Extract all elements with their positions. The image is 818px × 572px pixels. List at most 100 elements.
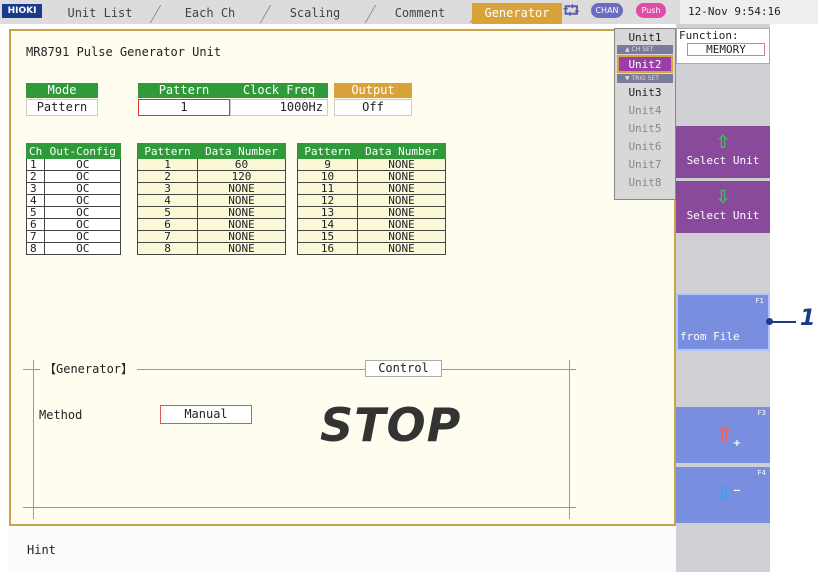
increment-button[interactable]: F3 ⇧+ xyxy=(676,407,770,463)
ch-number-cell: 8 xyxy=(25,242,46,255)
data-number-cell[interactable]: 60 xyxy=(197,158,286,171)
data-number-cell[interactable]: 120 xyxy=(197,170,286,183)
table-row[interactable]: 6 OC xyxy=(25,218,122,231)
ch-header: Ch xyxy=(25,143,46,159)
from-file-button[interactable]: F1 from File xyxy=(676,293,770,351)
data-number-cell[interactable]: NONE xyxy=(357,242,446,255)
pattern-number-cell: 10 xyxy=(297,170,358,183)
out-config-cell[interactable]: OC xyxy=(44,182,122,195)
callout-number: 1 xyxy=(800,306,816,331)
table-row[interactable]: 5 OC xyxy=(25,206,122,219)
select-unit-up-label: Select Unit xyxy=(686,154,760,167)
pattern-number-cell: 4 xyxy=(137,194,198,207)
out-config-cell[interactable]: OC xyxy=(44,206,122,219)
table-row[interactable]: 8 OC xyxy=(25,242,122,255)
table-row[interactable]: 5 NONE xyxy=(137,206,286,219)
table-row[interactable]: 4 OC xyxy=(25,194,122,207)
control-button[interactable]: Control xyxy=(365,360,442,377)
table-row[interactable]: 4 NONE xyxy=(137,194,286,207)
trig-set-text: TRIG SET xyxy=(631,75,659,82)
table-row[interactable]: 10 NONE xyxy=(297,170,446,183)
table-row[interactable]: 7 OC xyxy=(25,230,122,243)
unit-item[interactable]: Unit5 xyxy=(617,121,673,136)
unit-item[interactable]: Unit7 xyxy=(617,157,673,172)
out-config-cell[interactable]: OC xyxy=(44,194,122,207)
datetime-display: 12-Nov 9:54:16 xyxy=(680,0,818,24)
unit-item[interactable]: Unit8 xyxy=(617,175,673,190)
data-number-cell[interactable]: NONE xyxy=(357,194,446,207)
table-row[interactable]: 14 NONE xyxy=(297,218,446,231)
select-unit-down-button[interactable]: ⇩ Select Unit xyxy=(676,181,770,233)
table-row[interactable]: 13 NONE xyxy=(297,206,446,219)
unit-item-selected[interactable]: Unit2 xyxy=(617,55,673,73)
out-config-cell[interactable]: OC xyxy=(44,170,122,183)
channel-config-table: Ch Out-Config 1 OC 2 OC 3 OC 4 OC 5 OC 6 OC 7 OC 8 OC xyxy=(25,143,122,255)
table-row[interactable]: 15 NONE xyxy=(297,230,446,243)
table-row[interactable]: 3 NONE xyxy=(137,182,286,195)
table-row[interactable]: 11 NONE xyxy=(297,182,446,195)
data-number-cell[interactable]: NONE xyxy=(357,182,446,195)
method-field[interactable]: Manual xyxy=(160,405,252,424)
table-row[interactable]: 7 NONE xyxy=(137,230,286,243)
data-number-cell[interactable]: NONE xyxy=(357,158,446,171)
from-file-label: from File xyxy=(680,330,740,343)
data-number-cell[interactable]: NONE xyxy=(357,170,446,183)
out-config-cell[interactable]: OC xyxy=(44,242,122,255)
tab-label: Comment xyxy=(394,6,446,20)
data-number-cell[interactable]: NONE xyxy=(357,230,446,243)
output-header: Output xyxy=(334,83,412,98)
table-row[interactable]: 2 OC xyxy=(25,170,122,183)
unit-list: Unit1 ▲ CH SET Unit2 ▼ TRIG SET Unit3 Un… xyxy=(614,28,676,200)
data-number-cell[interactable]: NONE xyxy=(197,218,286,231)
tab-scaling[interactable]: Scaling xyxy=(265,3,377,24)
f3-key-label: F3 xyxy=(757,409,766,417)
tab-each-ch[interactable]: Each Ch xyxy=(160,3,272,24)
data-number-cell[interactable]: NONE xyxy=(357,206,446,219)
data-number-cell[interactable]: NONE xyxy=(197,206,286,219)
data-number-cell[interactable]: NONE xyxy=(197,230,286,243)
chan-button[interactable]: CHAN xyxy=(591,3,623,18)
output-field[interactable]: Off xyxy=(334,99,412,116)
mode-field[interactable]: Pattern xyxy=(26,99,98,116)
table-row[interactable]: 1 OC xyxy=(25,158,122,171)
tab-generator[interactable]: Generator xyxy=(472,3,562,24)
table-row[interactable]: 16 NONE xyxy=(297,242,446,255)
data-number-cell[interactable]: NONE xyxy=(357,218,446,231)
unit-item[interactable]: Unit3 xyxy=(617,85,673,100)
data-number-cell[interactable]: NONE xyxy=(197,242,286,255)
unit-item[interactable]: Unit4 xyxy=(617,103,673,118)
tab-comment[interactable]: Comment xyxy=(370,3,482,24)
table-row[interactable]: 3 OC xyxy=(25,182,122,195)
arrow-up-plus-icon: ⇧+ xyxy=(716,422,742,449)
data-number-cell[interactable]: NONE xyxy=(197,182,286,195)
table-row[interactable]: 1 60 xyxy=(137,158,286,171)
select-unit-up-button[interactable]: ⇧ Select Unit xyxy=(676,126,770,178)
tab-label: Each Ch xyxy=(184,6,236,20)
pattern-number-cell: 8 xyxy=(137,242,198,255)
mode-header: Mode xyxy=(26,83,98,98)
out-config-cell[interactable]: OC xyxy=(44,218,122,231)
push-button[interactable]: Push xyxy=(636,3,666,18)
out-config-cell[interactable]: OC xyxy=(44,158,122,171)
out-config-cell[interactable]: OC xyxy=(44,230,122,243)
select-unit-down-label: Select Unit xyxy=(686,209,760,222)
unit-item[interactable]: Unit6 xyxy=(617,139,673,154)
ch-number-cell: 3 xyxy=(25,182,46,195)
table-row[interactable]: 2 120 xyxy=(137,170,286,183)
decrement-button[interactable]: F4 ⇩− xyxy=(676,467,770,523)
table-row[interactable]: 8 NONE xyxy=(137,242,286,255)
data-number-cell[interactable]: NONE xyxy=(197,194,286,207)
f4-key-label: F4 xyxy=(757,469,766,477)
pattern-table-1: Pattern Data Number 1 60 2 120 3 NONE 4 NONE 5 NO… xyxy=(137,143,286,255)
arrow-down-minus-icon: ⇩− xyxy=(716,482,742,506)
table-row[interactable]: 9 NONE xyxy=(297,158,446,171)
pattern-field[interactable]: 1 xyxy=(138,99,230,116)
function-value: MEMORY xyxy=(687,43,765,56)
table-row[interactable]: 6 NONE xyxy=(137,218,286,231)
table-row[interactable]: 12 NONE xyxy=(297,194,446,207)
pattern-number-cell: 6 xyxy=(137,218,198,231)
clock-freq-field[interactable]: 1000Hz xyxy=(230,99,328,116)
clock-freq-header: Clock Freq xyxy=(230,83,328,98)
unit-item[interactable]: Unit1 xyxy=(617,30,673,45)
tab-unit-list[interactable]: Unit List xyxy=(50,3,162,24)
